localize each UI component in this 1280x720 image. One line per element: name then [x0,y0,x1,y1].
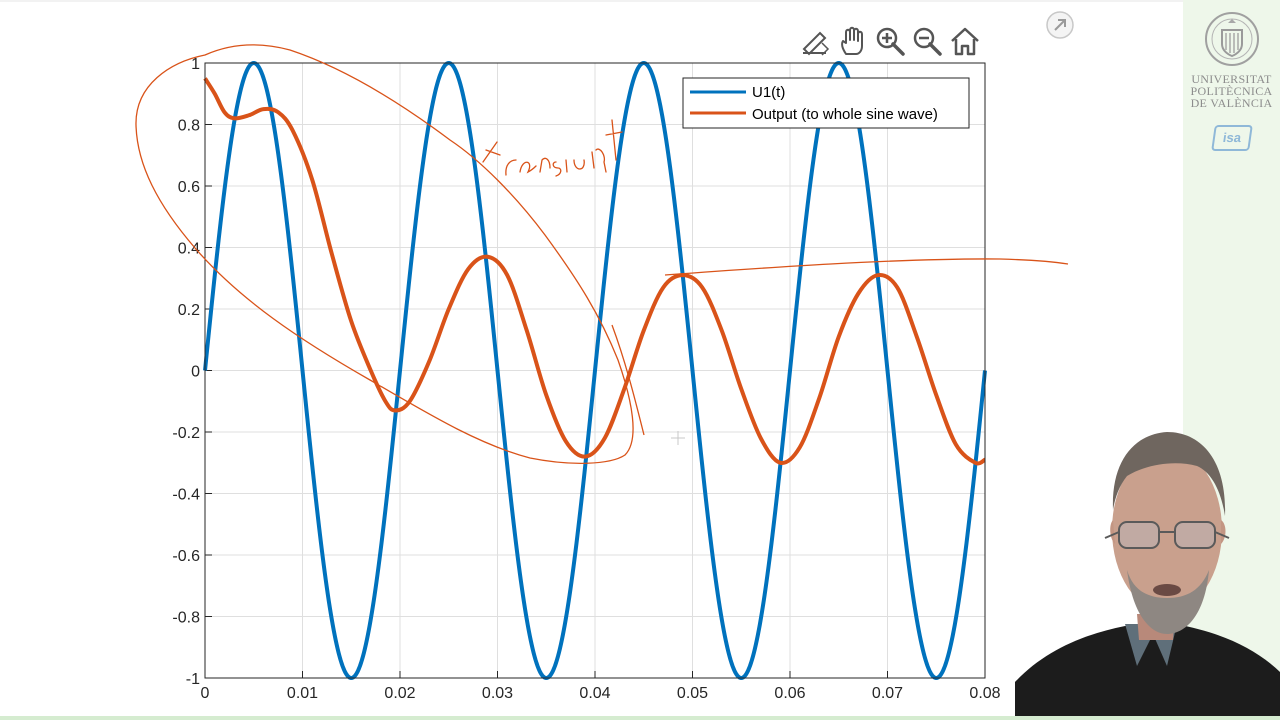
university-seal-icon [1204,12,1259,66]
x-tick-label: 0.07 [872,685,903,702]
bottom-border [0,716,1280,720]
y-tick-label: 0.6 [178,179,200,196]
y-tick-label: 0 [191,364,200,381]
y-tick-label: -1 [186,671,200,688]
glasses-left-lens [1118,521,1160,549]
x-tick-label: 0 [201,685,210,702]
hand-pan-icon[interactable] [838,26,868,56]
legend: U1(t) Output (to whole sine wave) [682,77,970,129]
pen-arrow-icon[interactable] [800,27,830,56]
y-tick-label: -0.4 [172,487,200,504]
y-tick-label: 0.2 [178,302,200,319]
chart: 0 0.01 0.02 0.03 0.04 0.05 0.06 0.07 0.0810.80.6… [135,11,1074,702]
legend-label-u1: U1(t) [752,84,785,101]
x-tick-label: 0.08 [969,685,1000,702]
zoom-out-icon[interactable] [913,27,942,56]
figure-toolbar [800,11,1074,56]
x-tick-label: 0.05 [677,685,708,702]
university-name-line-3: DE VALÈNCIA [1190,96,1273,110]
home-icon[interactable] [951,27,979,56]
isa-badge: isa [1210,125,1253,151]
y-tick-label: 0.8 [178,118,200,135]
popout-arrow-icon[interactable] [1046,11,1074,39]
x-tick-label: 0.04 [579,685,610,702]
legend-label-output: Output (to whole sine wave) [752,106,938,123]
y-tick-label: 0.4 [178,241,200,258]
y-tick-label: -0.6 [172,548,200,565]
presenter-video [1015,432,1280,716]
y-tick-label: -0.2 [172,425,200,442]
y-tick-label: -0.8 [172,610,200,627]
x-tick-label: 0.02 [384,685,415,702]
x-tick-label: 0.06 [774,685,805,702]
x-tick-label: 0.03 [482,685,513,702]
university-logo-block: UNIVERSITAT POLITÈCNICA DE VALÈNCIA isa [1183,10,1280,151]
zoom-in-icon[interactable] [876,27,905,56]
glasses-right-lens [1174,521,1216,549]
x-tick-label: 0.01 [287,685,318,702]
